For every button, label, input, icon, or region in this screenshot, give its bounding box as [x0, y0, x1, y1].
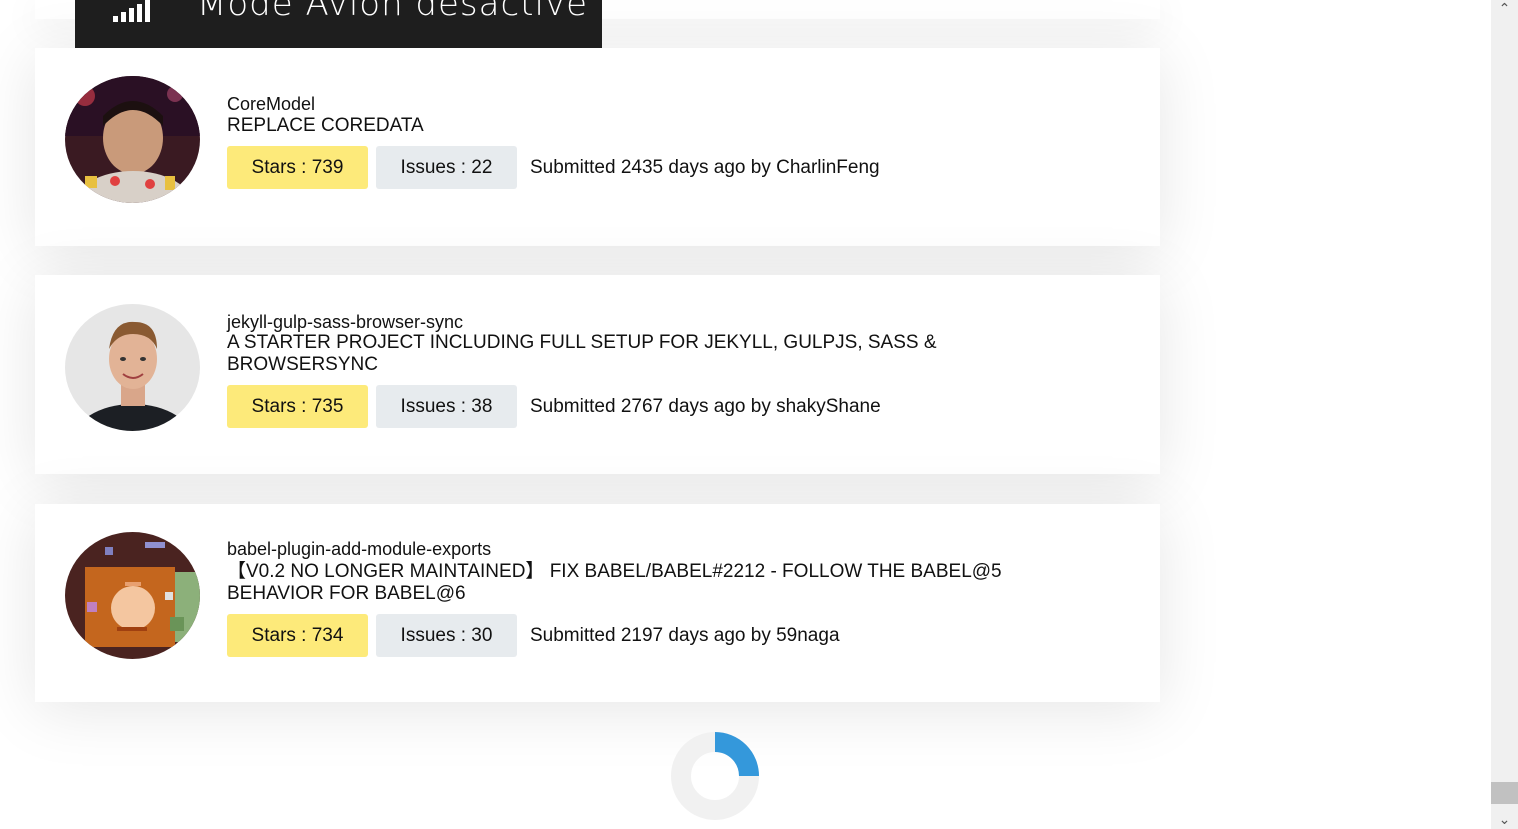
- repo-name[interactable]: babel-plugin-add-module-exports: [227, 538, 491, 560]
- scroll-down-arrow-icon[interactable]: ⌄: [1491, 811, 1518, 829]
- signal-bars-icon: [113, 0, 150, 22]
- avatar-photo-icon: [65, 304, 200, 431]
- spinner-icon: [671, 732, 759, 820]
- stars-badge: Stars : 734: [227, 614, 368, 657]
- avatar[interactable]: [65, 76, 200, 203]
- repo-card[interactable]: jekyll-gulp-sass-browser-sync A STARTER …: [35, 275, 1160, 474]
- repo-name[interactable]: CoreModel: [227, 93, 315, 115]
- submitted-info: Submitted 2767 days ago by shakyShane: [530, 396, 881, 417]
- issues-badge: Issues : 38: [376, 385, 517, 428]
- repo-description: 【V0.2 NO LONGER MAINTAINED】 FIX BABEL/BA…: [227, 561, 1002, 604]
- submitted-info: Submitted 2197 days ago by 59naga: [530, 625, 840, 646]
- avatar-photo-icon: [65, 76, 200, 203]
- repo-card[interactable]: babel-plugin-add-module-exports 【V0.2 NO…: [35, 504, 1160, 702]
- issues-badge: Issues : 22: [376, 146, 517, 189]
- issues-badge: Issues : 30: [376, 614, 517, 657]
- submitted-info: Submitted 2435 days ago by CharlinFeng: [530, 157, 880, 178]
- repo-description: REPLACE COREDATA: [227, 115, 424, 136]
- avatar[interactable]: [65, 304, 200, 431]
- page: CoreModel REPLACE COREDATA Stars : 739 I…: [0, 0, 1518, 829]
- stars-badge: Stars : 735: [227, 385, 368, 428]
- avatar-pixel-art-icon: [65, 532, 200, 659]
- loading-spinner: [667, 728, 763, 824]
- toast-message: Mode Avion désactivé: [197, 0, 588, 24]
- vertical-scrollbar[interactable]: ⌃ ⌄: [1491, 0, 1518, 829]
- scroll-up-arrow-icon[interactable]: ⌃: [1491, 0, 1518, 18]
- stars-badge: Stars : 739: [227, 146, 368, 189]
- scroll-thumb[interactable]: [1491, 782, 1518, 804]
- airplane-mode-toast: Mode Avion désactivé: [75, 0, 602, 48]
- avatar[interactable]: [65, 532, 200, 659]
- repo-description: A STARTER PROJECT INCLUDING FULL SETUP F…: [227, 332, 937, 375]
- repo-name[interactable]: jekyll-gulp-sass-browser-sync: [227, 311, 463, 333]
- repo-card[interactable]: CoreModel REPLACE COREDATA Stars : 739 I…: [35, 48, 1160, 246]
